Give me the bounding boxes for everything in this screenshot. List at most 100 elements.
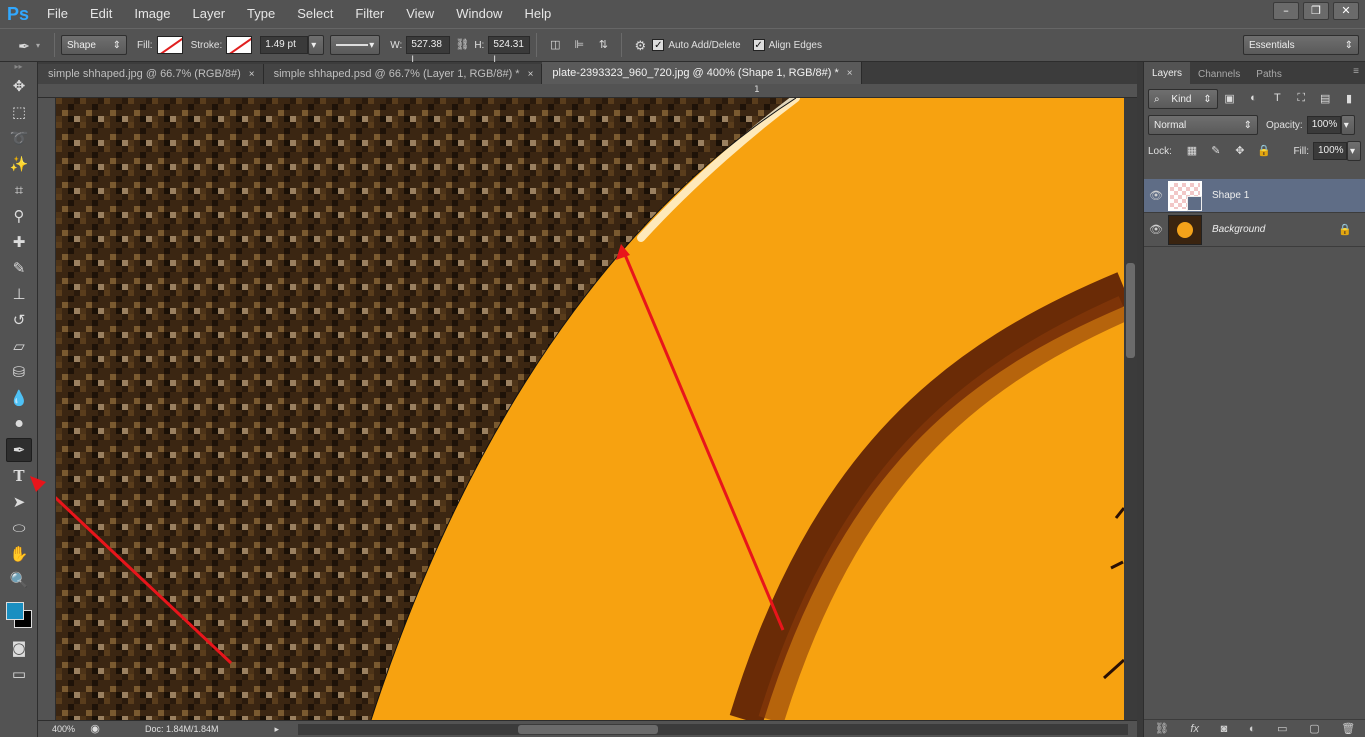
- zoom-level[interactable]: 400%: [38, 724, 78, 734]
- lock-all-icon[interactable]: 🔒: [1255, 144, 1273, 158]
- screen-mode-icon[interactable]: ▭: [6, 662, 32, 686]
- document-canvas[interactable]: [56, 98, 1124, 720]
- menu-image[interactable]: Image: [123, 0, 181, 28]
- lock-position-icon[interactable]: ✥: [1231, 144, 1249, 158]
- fill-swatch[interactable]: [156, 36, 183, 54]
- stroke-width-dropdown[interactable]: ▾: [308, 35, 325, 55]
- foreground-color-swatch[interactable]: [6, 602, 24, 620]
- menu-layer[interactable]: Layer: [182, 0, 237, 28]
- path-operations-icon[interactable]: ◫: [546, 38, 564, 52]
- lasso-tool-icon[interactable]: ➰: [6, 126, 32, 150]
- filter-shape-icon[interactable]: ⛶: [1292, 92, 1310, 106]
- new-group-icon[interactable]: ▭: [1277, 722, 1287, 735]
- tab-channels[interactable]: Channels: [1190, 64, 1248, 84]
- filter-type-icon[interactable]: T: [1268, 92, 1286, 106]
- stroke-type-dropdown[interactable]: ▾: [330, 35, 381, 55]
- tab-layers[interactable]: Layers: [1144, 62, 1191, 84]
- tab-close-icon[interactable]: ×: [249, 69, 255, 80]
- restore-button[interactable]: ❐: [1303, 2, 1329, 20]
- hand-tool-icon[interactable]: ✋: [6, 542, 32, 566]
- status-menu-arrow-icon[interactable]: ▸: [275, 724, 280, 735]
- new-layer-icon[interactable]: ▢: [1309, 722, 1319, 735]
- layer-row-background[interactable]: 👁 Background 🔒: [1144, 213, 1365, 247]
- document-tab-label: simple shhaped.psd @ 66.7% (Layer 1, RGB…: [273, 68, 520, 80]
- horizontal-scrollbar[interactable]: [298, 724, 1128, 735]
- menu-help[interactable]: Help: [513, 0, 562, 28]
- fill-dropdown[interactable]: ▾: [1347, 141, 1361, 161]
- menu-select[interactable]: Select: [286, 0, 344, 28]
- pen-tool-preset-icon[interactable]: ✒: [15, 38, 33, 54]
- path-arrangement-icon[interactable]: ⇅: [594, 38, 612, 52]
- panel-menu-icon[interactable]: ≡: [1353, 66, 1359, 77]
- paint-bucket-tool-icon[interactable]: ⛁: [6, 360, 32, 384]
- layer-style-icon[interactable]: fx: [1190, 723, 1199, 735]
- opacity-dropdown[interactable]: ▾: [1340, 115, 1355, 135]
- path-alignment-icon[interactable]: ⊫: [570, 38, 588, 52]
- filter-adjustment-icon[interactable]: ◐: [1245, 92, 1263, 106]
- stroke-swatch[interactable]: [226, 36, 253, 54]
- eraser-tool-icon[interactable]: ▱: [6, 334, 32, 358]
- layer-row-shape-1[interactable]: 👁 Shape 1: [1144, 179, 1365, 213]
- brush-tool-icon[interactable]: ✎: [6, 256, 32, 280]
- toolbox-grip[interactable]: ▸▸: [0, 62, 37, 72]
- opacity-field[interactable]: 100%: [1306, 116, 1341, 134]
- close-button[interactable]: ✕: [1333, 2, 1359, 20]
- horizontal-scroll-thumb[interactable]: [518, 725, 658, 734]
- add-mask-icon[interactable]: ◙: [1221, 723, 1228, 735]
- align-edges-checkbox[interactable]: ✓: [752, 39, 765, 51]
- stroke-width-field[interactable]: 1.49 pt: [260, 36, 309, 54]
- filter-smart-object-icon[interactable]: ▤: [1316, 92, 1334, 106]
- minimize-button[interactable]: –: [1273, 2, 1299, 20]
- eye-icon[interactable]: 👁: [1144, 223, 1168, 236]
- link-icon[interactable]: ⛓: [453, 38, 471, 52]
- zoom-tool-icon[interactable]: 🔍: [6, 568, 32, 592]
- height-field[interactable]: 524.31 |: [488, 36, 531, 66]
- menu-window[interactable]: Window: [445, 0, 513, 28]
- tab-paths[interactable]: Paths: [1248, 64, 1290, 84]
- menu-view[interactable]: View: [395, 0, 445, 28]
- link-layers-icon[interactable]: ⛓: [1155, 722, 1169, 735]
- filter-toggle-icon[interactable]: ▮: [1340, 92, 1358, 106]
- layer-filter-dropdown[interactable]: ⌕ Kind ⇕: [1148, 89, 1218, 109]
- menu-filter[interactable]: Filter: [344, 0, 395, 28]
- menu-file[interactable]: File: [36, 0, 79, 28]
- tab-close-icon[interactable]: ×: [847, 68, 853, 79]
- crop-tool-icon[interactable]: ⌗: [6, 178, 32, 202]
- marquee-tool-icon[interactable]: ⬚: [6, 100, 32, 124]
- healing-brush-tool-icon[interactable]: ✚: [6, 230, 32, 254]
- status-info-icon[interactable]: ◉: [86, 722, 104, 736]
- filter-pixel-icon[interactable]: ▣: [1221, 92, 1239, 106]
- pen-tool-icon[interactable]: ✒: [6, 438, 32, 462]
- eyedropper-tool-icon[interactable]: ⚲: [6, 204, 32, 228]
- adjustment-layer-icon[interactable]: ◐: [1249, 723, 1256, 735]
- auto-add-delete-label: Auto Add/Delete: [668, 39, 741, 51]
- ellipse-tool-icon[interactable]: ⬭: [6, 516, 32, 540]
- clone-stamp-tool-icon[interactable]: ⊥: [6, 282, 32, 306]
- tool-mode-dropdown[interactable]: Shape ⇕: [61, 35, 128, 55]
- fill-field[interactable]: 100%: [1313, 142, 1347, 160]
- document-tab-active[interactable]: plate-2393323_960_720.jpg @ 400% (Shape …: [542, 62, 862, 84]
- blur-tool-icon[interactable]: 💧: [6, 386, 32, 410]
- lock-transparency-icon[interactable]: ▦: [1183, 144, 1201, 158]
- document-tab[interactable]: simple shhaped.psd @ 66.7% (Layer 1, RGB…: [263, 64, 543, 84]
- eye-icon[interactable]: 👁: [1144, 189, 1168, 202]
- auto-add-delete-checkbox[interactable]: ✓: [652, 39, 665, 51]
- document-tab[interactable]: simple shhaped.jpg @ 66.7% (RGB/8#) ×: [38, 64, 264, 84]
- lock-pixels-icon[interactable]: ✎: [1207, 144, 1225, 158]
- vertical-scroll-thumb[interactable]: [1126, 263, 1135, 358]
- workspace-dropdown[interactable]: Essentials ⇕: [1243, 35, 1359, 55]
- width-field[interactable]: 527.38 |: [406, 36, 451, 66]
- vertical-scrollbar[interactable]: [1124, 98, 1137, 720]
- workspace-value: Essentials: [1249, 39, 1295, 51]
- dodge-tool-icon[interactable]: ⚫: [6, 412, 32, 436]
- move-tool-icon[interactable]: ✥: [6, 74, 32, 98]
- tab-close-icon[interactable]: ×: [528, 69, 534, 80]
- magic-wand-tool-icon[interactable]: ✨: [6, 152, 32, 176]
- gear-icon[interactable]: ⚙: [631, 38, 649, 53]
- blend-mode-dropdown[interactable]: Normal ⇕: [1148, 115, 1258, 135]
- quick-mask-icon[interactable]: ◙: [6, 636, 32, 660]
- menu-type[interactable]: Type: [236, 0, 286, 28]
- delete-layer-icon[interactable]: 🗑: [1341, 722, 1355, 735]
- menu-edit[interactable]: Edit: [79, 0, 123, 28]
- history-brush-tool-icon[interactable]: ↺: [6, 308, 32, 332]
